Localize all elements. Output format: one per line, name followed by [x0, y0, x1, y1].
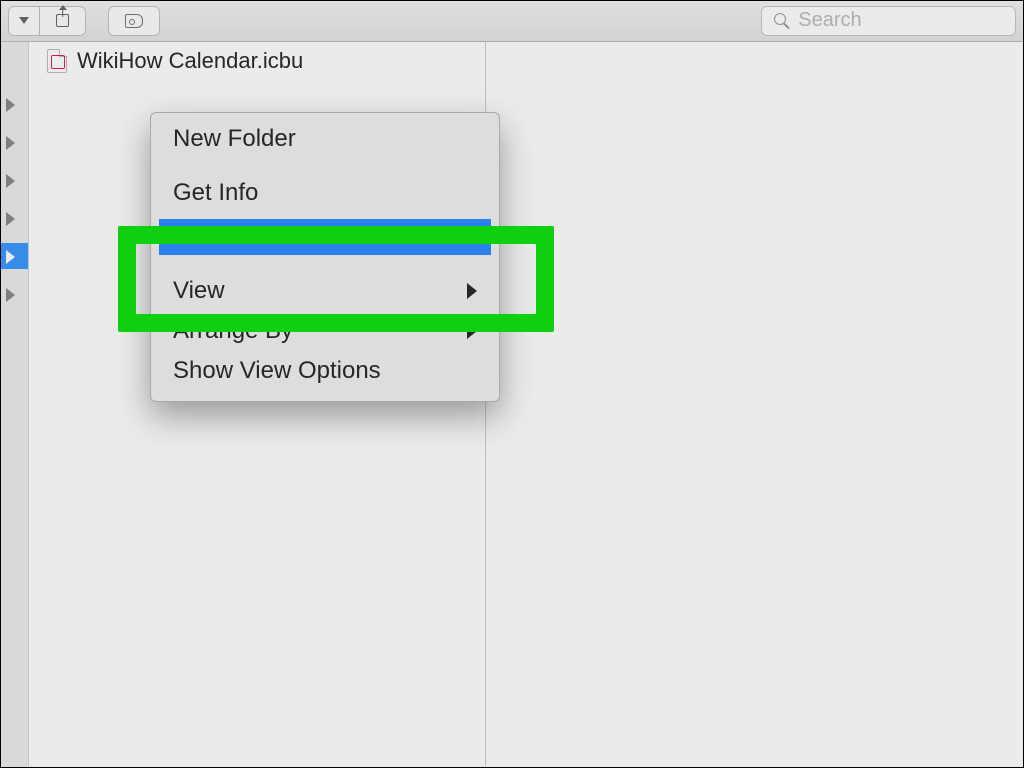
menu-item-label: View: [173, 277, 225, 305]
context-menu: New Folder Get Info Paste Item View Arra…: [150, 112, 500, 402]
submenu-arrow-icon: [467, 283, 477, 299]
toolbar: [0, 0, 1024, 42]
submenu-arrow-icon: [467, 323, 477, 339]
menu-item-label: Show View Options: [173, 357, 381, 385]
menu-item-label: New Folder: [173, 125, 296, 153]
file-name-label: WikiHow Calendar.icbu: [77, 48, 303, 74]
disclosure-triangle-icon[interactable]: [6, 174, 15, 188]
share-icon: [56, 14, 69, 27]
disclosure-triangle-icon[interactable]: [6, 288, 15, 302]
menu-item-label: Arrange By: [173, 317, 293, 345]
menu-item-paste-item[interactable]: Paste Item: [151, 215, 499, 259]
toolbar-left-group: [8, 6, 160, 36]
menu-item-show-view-options[interactable]: Show View Options: [151, 351, 499, 391]
tag-icon: [125, 14, 143, 28]
preview-column: [486, 42, 1024, 768]
file-row[interactable]: WikiHow Calendar.icbu: [29, 42, 485, 80]
search-field-container[interactable]: [761, 6, 1016, 36]
search-input[interactable]: [798, 9, 1003, 32]
menu-item-get-info[interactable]: Get Info: [151, 173, 499, 213]
menu-item-label: Paste Item: [181, 223, 301, 251]
search-icon: [774, 13, 788, 29]
disclosure-triangle-icon[interactable]: [6, 212, 15, 226]
calendar-file-icon: [47, 49, 67, 73]
menu-item-arrange-by[interactable]: Arrange By: [151, 311, 499, 351]
disclosure-triangle-icon[interactable]: [6, 136, 15, 150]
tags-button[interactable]: [108, 6, 160, 36]
share-button[interactable]: [40, 6, 86, 36]
menu-item-view[interactable]: View: [151, 271, 499, 311]
menu-item-highlight: Paste Item: [159, 219, 491, 255]
disclosure-triangle-icon[interactable]: [6, 250, 15, 264]
sidebar-gutter: [0, 42, 28, 768]
disclosure-triangle-icon[interactable]: [6, 98, 15, 112]
menu-item-new-folder[interactable]: New Folder: [151, 119, 499, 159]
chevron-down-icon: [19, 17, 29, 24]
toolbar-dropdown-button[interactable]: [8, 6, 40, 36]
menu-item-label: Get Info: [173, 179, 258, 207]
toolbar-button-group: [8, 6, 86, 36]
